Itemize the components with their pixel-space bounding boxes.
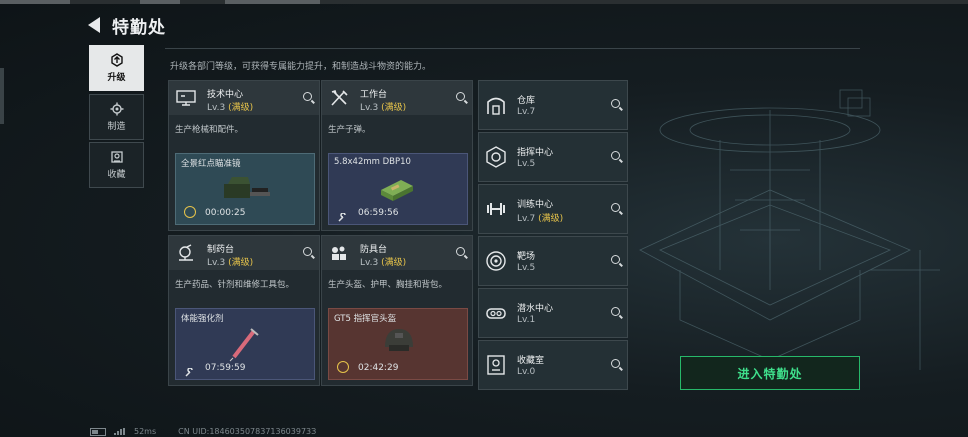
production-slot[interactable]: 体能强化剂 07:59:59 [175,308,315,380]
facility-card-armor-bench[interactable]: 防具台 Lv.3 (满级) 生产头盔、护甲、胸挂和背包。 GT5 指挥官头盔 0… [321,235,473,386]
production-slot[interactable]: 5.8x42mm DBP10 06:59:56 [328,153,468,225]
page-description: 升级各部门等级，可获得专属能力提升，和制造战斗物资的能力。 [170,62,432,72]
product-name: 全景红点瞄准镜 [181,159,241,169]
facility-training-center[interactable]: 训练中心 Lv.7 (满级) [478,184,628,234]
facility-name: 训练中心 [517,200,554,210]
armor-icon [332,246,346,260]
facility-name: 收藏室 [517,356,545,366]
facility-card-workbench[interactable]: 工作台 Lv.3 (满级) 生产子弹。 5.8x42mm DBP10 06:59… [321,80,473,231]
facility-card-pharmacy[interactable]: 制药台 Lv.3 (满级) 生产药品、针剂和维修工具包。 体能强化剂 07:59… [168,235,320,386]
header-divider [165,48,860,49]
facility-level: Lv.0 [517,367,536,377]
microscope-icon [179,244,193,261]
facility-command-center[interactable]: 指挥中心 Lv.5 [478,132,628,182]
production-time: 06:59:56 [358,208,399,218]
nav-craft-label: 制造 [107,122,126,132]
search-icon[interactable] [611,307,620,316]
facility-level: Lv.7 [517,107,536,117]
facility-collection-room[interactable]: 收藏室 Lv.0 [478,340,628,390]
search-icon[interactable] [611,203,620,212]
card-name: 技术中心 [207,90,244,100]
production-time: 00:00:25 [205,208,246,218]
facility-warehouse[interactable]: 仓库 Lv.7 [478,80,628,130]
status-bar: 52ms CN UID:18460350783713603973З [90,427,316,436]
command-icon [486,146,506,168]
helmet-item-icon [385,329,413,351]
diving-icon [486,308,506,319]
facility-name: 仓库 [517,96,536,106]
search-icon[interactable] [611,151,620,160]
battery-icon [90,427,106,436]
nav-upgrade-label: 升级 [107,73,126,83]
card-level: Lv.3 (满级) [360,258,407,268]
dumbbell-icon [487,203,505,215]
facility-diving-center[interactable]: 潜水中心 Lv.1 [478,288,628,338]
top-strip [0,0,968,4]
search-icon[interactable] [303,92,312,101]
card-level: Lv.3 (满级) [360,103,407,113]
monitor-icon [176,90,196,106]
card-description: 生产头盔、护甲、胸挂和背包。 [328,280,448,290]
facility-name: 指挥中心 [517,148,554,158]
wrench-icon [184,363,194,377]
timer-icon [184,206,196,218]
card-name: 防具台 [360,245,388,255]
edge-tab[interactable] [0,68,4,124]
gear-icon [110,102,123,116]
card-description: 生产药品、针剂和维修工具包。 [175,280,295,290]
search-icon[interactable] [456,247,465,256]
card-name: 制药台 [207,245,235,255]
production-slot[interactable]: GT5 指挥官头盔 02:42:29 [328,308,468,380]
signal-icon [114,428,126,435]
target-icon [486,251,506,271]
facility-name: 靶场 [517,252,536,262]
facility-level: Lv.1 [517,315,536,325]
card-description: 生产枪械和配件。 [175,125,244,135]
facility-card-tech-center[interactable]: 技术中心 Lv.3 (满级) 生产枪械和配件。 全景红点瞄准镜 00:00:25 [168,80,320,231]
search-icon[interactable] [611,255,620,264]
collection-icon [110,151,123,163]
base-hologram-backdrop [639,89,940,370]
product-name: 5.8x42mm DBP10 [334,157,411,167]
facility-level: Lv.7 (满级) [517,214,564,224]
facility-level: Lv.5 [517,159,536,169]
nav-collection[interactable]: 收藏 [89,142,144,188]
product-name: 体能强化剂 [181,314,224,324]
facility-shooting-range[interactable]: 靶场 Lv.5 [478,236,628,286]
search-icon[interactable] [611,99,620,108]
nav-upgrade[interactable]: 升级 [89,45,144,91]
ammo-box-icon [381,180,413,201]
card-description: 生产子弹。 [328,125,371,135]
production-slot[interactable]: 全景红点瞄准镜 00:00:25 [175,153,315,225]
nav-craft[interactable]: 制造 [89,94,144,140]
timer-icon [337,361,349,373]
page-header: 特勤处 [88,12,166,38]
production-time: 02:42:29 [358,363,399,373]
card-level: Lv.3 (满级) [207,103,254,113]
search-icon[interactable] [303,247,312,256]
page-title: 特勤处 [112,17,166,38]
card-level: Lv.3 (满级) [207,258,254,268]
back-arrow-icon[interactable] [88,17,100,33]
production-time: 07:59:59 [205,363,246,373]
warehouse-icon [487,97,505,115]
wrench-icon [337,208,347,222]
ping-value: 52ms [134,427,157,436]
enter-special-ops-button[interactable]: 进入特勤处 [680,356,860,390]
trophy-icon [487,355,505,375]
syringe-item-icon [229,328,259,362]
facility-level: Lv.5 [517,263,536,273]
nav-collection-label: 收藏 [107,170,126,180]
product-name: GT5 指挥官头盔 [334,314,397,324]
upgrade-icon [110,53,123,67]
user-uid: CN UID:18460350783713603973З [178,427,317,436]
facility-name: 潜水中心 [517,304,554,314]
tools-icon [331,89,348,106]
search-icon[interactable] [456,92,465,101]
search-icon[interactable] [611,359,620,368]
card-name: 工作台 [360,90,388,100]
scope-item-icon [224,177,270,198]
